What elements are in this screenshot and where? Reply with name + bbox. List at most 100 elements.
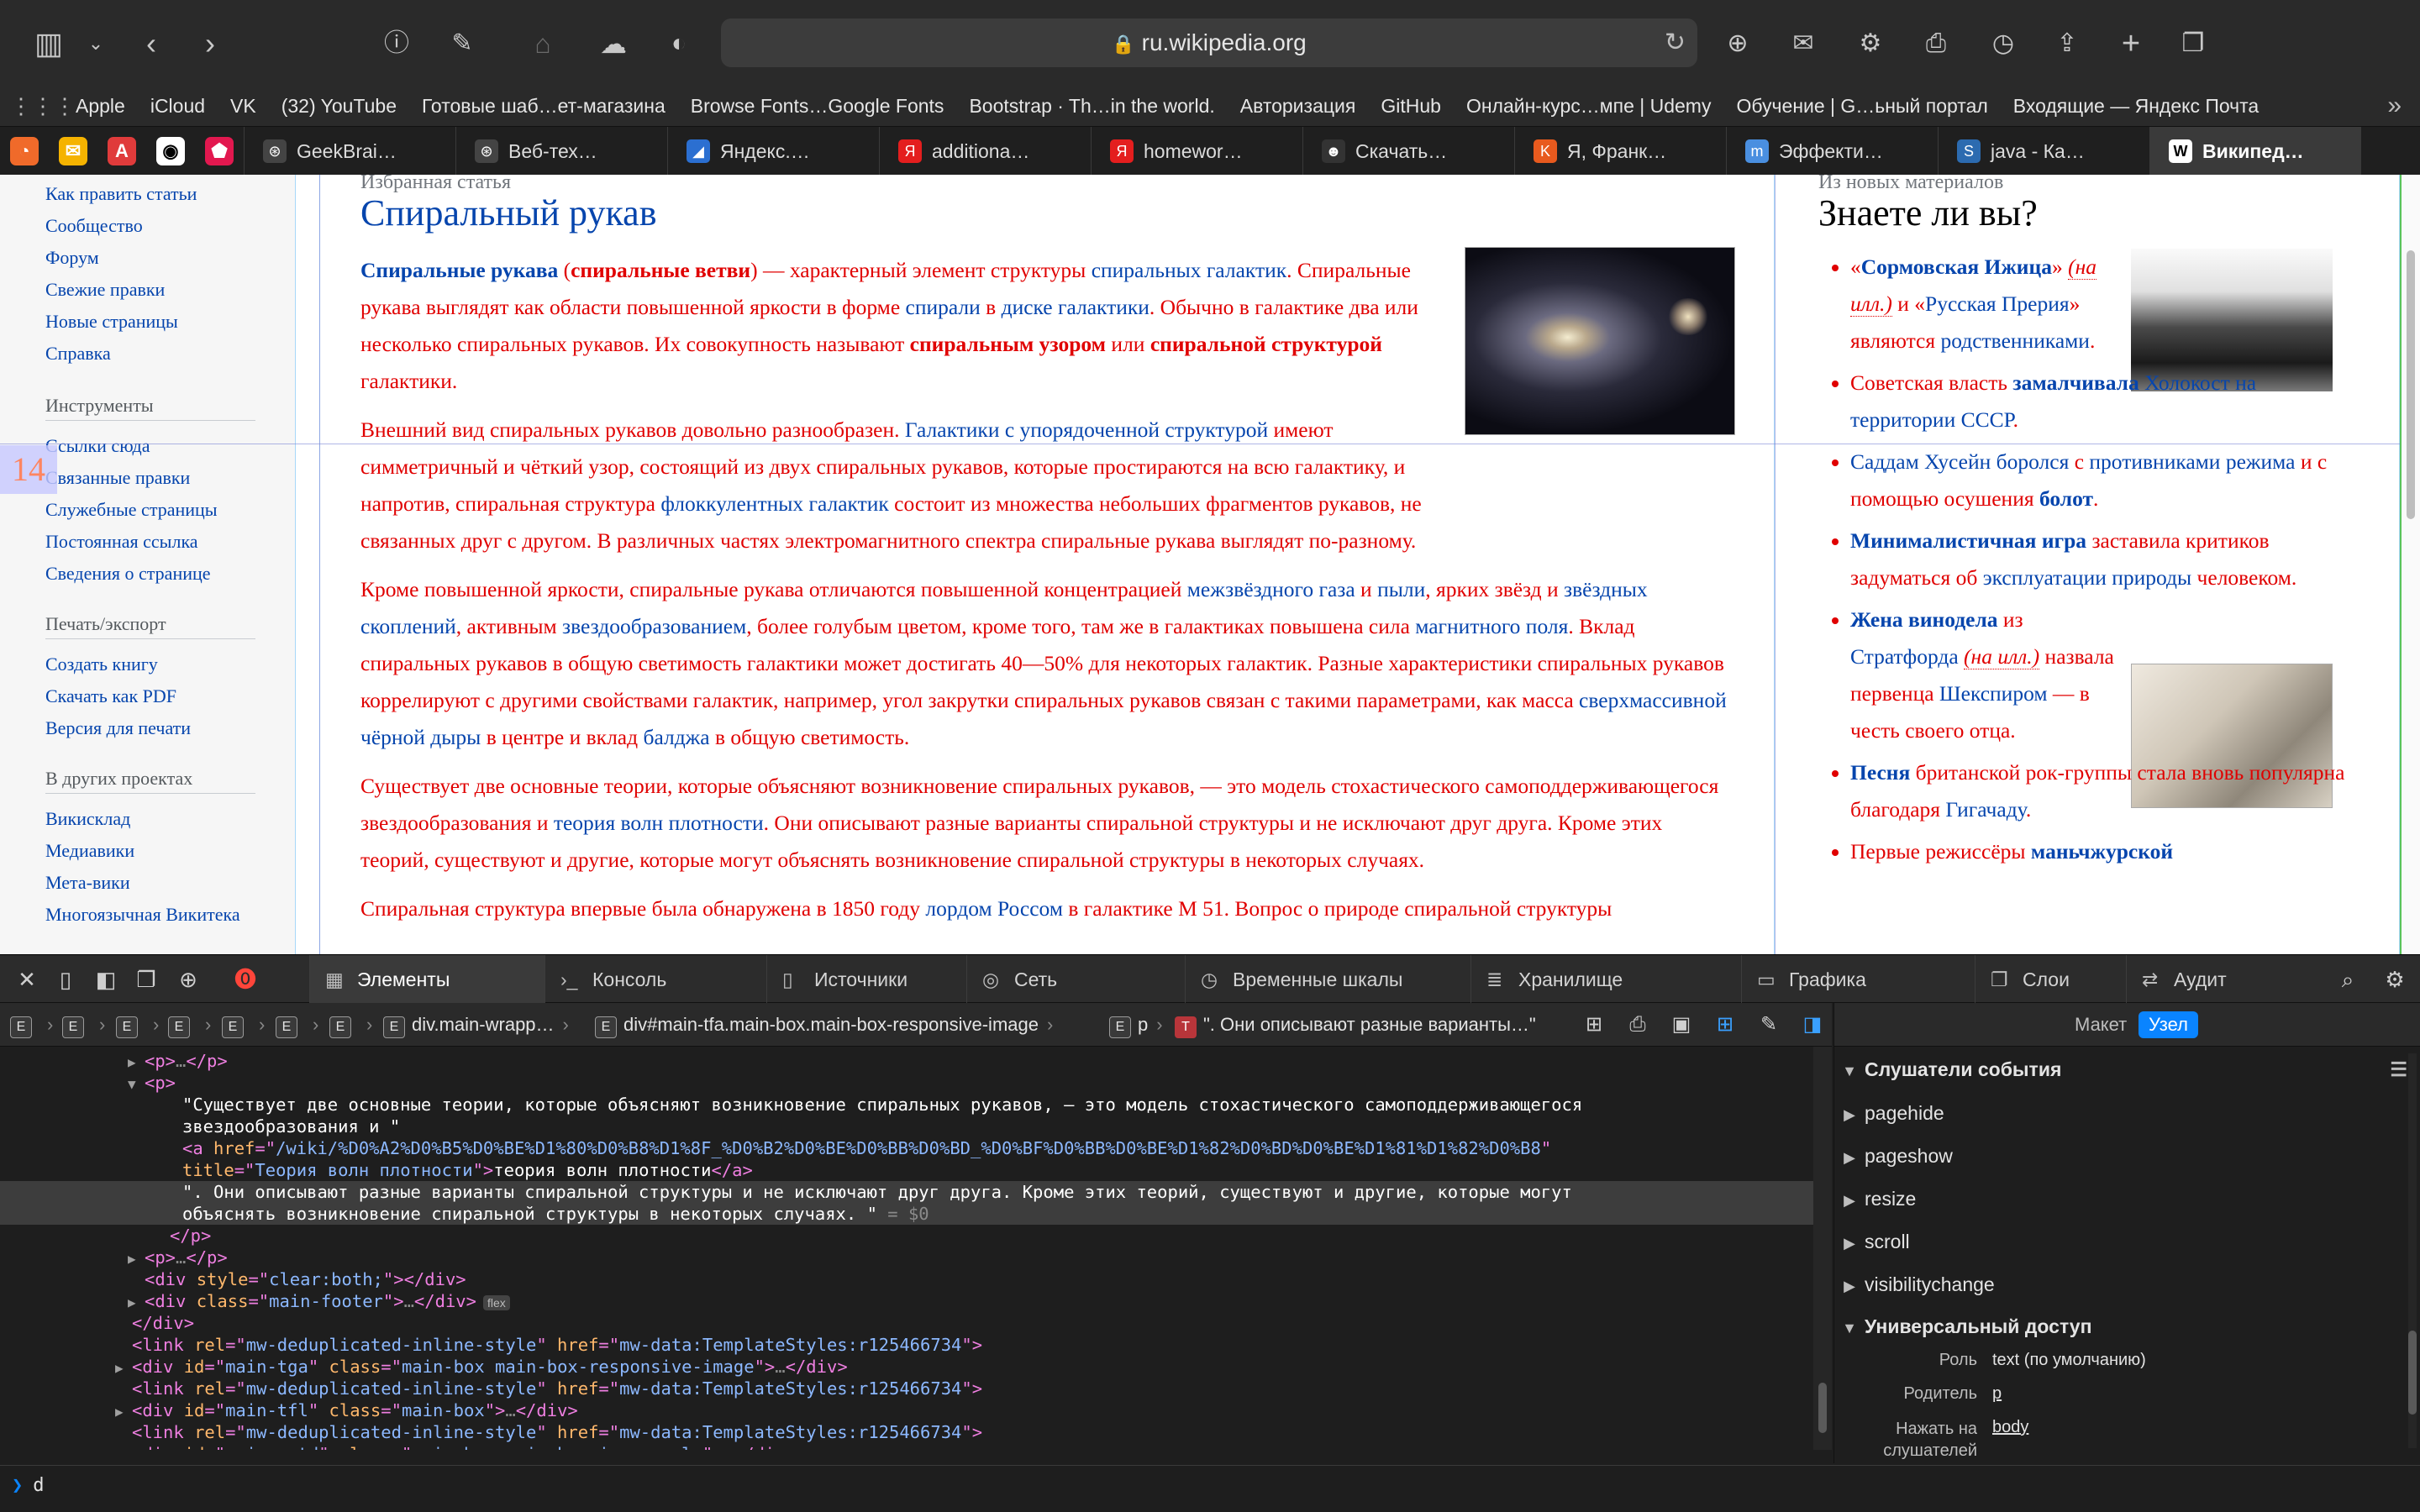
event-listeners-section[interactable]: ▼ Слушатели события ☰ [1834,1050,2420,1089]
sidebar-link[interactable]: Связанные правки [45,467,190,489]
text-link[interactable]: магнитного поля [1415,614,1568,638]
article-title[interactable]: Спиральный рукав [360,192,656,234]
breadcrumb-e[interactable]: E › [168,1013,219,1038]
text-link[interactable]: Гигачаду [1945,797,2026,822]
sidebar-link[interactable]: Форум [45,247,99,269]
forward-icon[interactable]: › [187,20,234,67]
text-link[interactable]: Минималистичная игра [1850,528,2086,553]
event-pagehide[interactable]: ▶ pagehide [1834,1094,2420,1132]
sidebar-link[interactable]: Справка [45,343,111,365]
grid-overlay-icon[interactable]: ⊞ [1709,1011,1741,1038]
dom-line[interactable]: <link rel="mw-deduplicated-inline-style"… [0,1334,1813,1356]
disclosure-closed-icon[interactable]: ▶ [128,1292,145,1314]
dom-line[interactable]: </div> [0,1312,1813,1334]
pinned-tab-5[interactable]: ⬟ [195,127,244,176]
dom-line[interactable]: <div style="clear:both;"></div> [0,1268,1813,1290]
text-link[interactable]: спиральных галактик [1092,258,1286,282]
text-link[interactable]: Песня [1850,760,1910,785]
sidebar-link[interactable]: Многоязычная Викитека [45,904,240,926]
tab-network[interactable]: ◎ Сеть [966,955,1185,1004]
console-input[interactable]: d [33,1475,44,1496]
grid-icon[interactable]: ⋮⋮⋮ [10,93,76,119]
text-link[interactable]: Галактики с упорядоченной структурой [905,417,1268,442]
sidebar-link[interactable]: Ссылки сюда [45,435,150,457]
disclosure-closed-icon[interactable]: ▶ [128,1248,145,1270]
home-icon[interactable]: ⌂ [519,20,566,67]
text-link[interactable]: Стратфорда [1850,644,1959,669]
tab-timelines[interactable]: ◷ Временные шкалы [1185,955,1470,1004]
layout-icon[interactable]: ⊞ [1578,1011,1610,1038]
shield-icon[interactable]: ◐ [655,20,702,67]
filter-icon[interactable]: ☰ [2390,1050,2407,1089]
pinned-tab-3[interactable]: A [97,127,146,176]
dom-line[interactable]: "Существует две основные теории, которые… [0,1094,1813,1116]
bookmark-item[interactable]: Apple [76,95,125,118]
download-icon[interactable]: ⊕ [1714,20,1761,67]
sidebar-link[interactable]: Версия для печати [45,717,191,739]
dom-line[interactable]: объяснять возникновение спиральной струк… [0,1203,1813,1225]
sidebar-icon[interactable]: ▥ [25,20,72,67]
browser-tab[interactable]: m Эффекти… [1726,127,1938,176]
tab-audit[interactable]: ⇄ Аудит [2126,955,2244,1004]
bookmark-item[interactable]: Входящие — Яндекс Почта [2013,95,2259,118]
tab-storage[interactable]: ≣ Хранилище [1470,955,1741,1004]
target-icon[interactable]: ⊕ [168,955,208,1004]
pinned-tab-1[interactable]: ◔ [0,127,49,176]
dom-line[interactable]: <a href="/wiki/%D0%A2%D0%B5%D0%BE%D1%80%… [0,1137,1813,1159]
sidebar-link[interactable]: Свежие правки [45,279,165,301]
page-scrollbar[interactable] [2400,175,2420,954]
chevron-down-icon[interactable]: ⌄ [72,20,119,67]
settings-icon[interactable]: ⚙ [2375,955,2415,1004]
dom-line[interactable]: звездообразования и " [0,1116,1813,1137]
info-icon[interactable]: ⓘ [373,20,420,67]
back-icon[interactable]: ‹ [128,20,175,67]
console-prompt[interactable]: ❯ d [0,1465,2420,1512]
breadcrumb-text-node[interactable]: T ". Они описывают разные варианты…" [1175,1013,1536,1038]
text-link[interactable]: противниками режима [2089,449,2295,474]
dom-line[interactable]: ". Они описывают разные варианты спираль… [0,1181,1813,1203]
page-scroll-thumb[interactable] [2407,250,2415,519]
text-link[interactable]: родственниками [1940,328,2089,353]
breadcrumb-e[interactable]: E › [116,1013,167,1038]
mail-icon[interactable]: ✉ [1780,20,1827,67]
text-link[interactable]: звездообразованием [562,614,746,638]
reload-icon[interactable]: ↻ [1665,18,1686,67]
text-link[interactable]: Сормовская Ижица [1861,255,2052,279]
tab-graphics[interactable]: ▭ Графика [1741,955,1975,1004]
bookmark-item[interactable]: GitHub [1381,95,1441,118]
text-link[interactable]: теория волн плотности [554,811,764,835]
tab-layout[interactable]: Макет [2065,1011,2137,1038]
close-icon[interactable]: ✕ [7,955,47,1004]
address-bar[interactable]: 🔒 ru.wikipedia.org ↻ [721,18,1697,67]
new-tab-icon[interactable]: + [2107,20,2154,67]
text-link[interactable]: спирали [906,295,981,319]
print-icon[interactable]: ⎙ [1912,20,1960,67]
disclosure-closed-icon[interactable]: ▶ [128,1052,145,1074]
bookmark-item[interactable]: (32) YouTube [281,95,397,118]
accessibility-section[interactable]: ▼ Универсальный доступ [1834,1307,2420,1346]
dom-line[interactable]: title="Теория волн плотности">теория вол… [0,1159,1813,1181]
browser-tab[interactable]: K Я, Франк… [1514,127,1726,176]
sidebar-link[interactable]: Викисклад [45,808,130,830]
bookmark-item[interactable]: Готовые шаб…ет-магазина [422,95,666,118]
dom-line[interactable]: ▶ <div id="main-tfl" class="main-box">…</… [0,1399,1813,1421]
sidebar-link[interactable]: Создать книгу [45,654,158,675]
text-link[interactable]: Жена винодела [1850,607,1998,632]
dom-scroll-thumb[interactable] [1818,1383,1827,1433]
text-link[interactable]: болот [2039,486,2093,511]
details-scroll-thumb[interactable] [2408,1331,2417,1415]
sidebar-link[interactable]: Сообщество [45,215,143,237]
text-link[interactable]: лордом Россом [925,896,1063,921]
dark-mode-icon[interactable]: ▣ [1665,1011,1697,1038]
history-icon[interactable]: ◷ [1980,20,2027,67]
breadcrumb-e[interactable]: E › [276,1013,327,1038]
share-icon[interactable]: ⇪ [2044,20,2091,67]
details-scrollbar[interactable] [2408,1053,2417,1448]
text-link[interactable]: боролся [1996,449,2070,474]
dom-line[interactable]: ▼ <p> [0,1072,1813,1094]
tab-elements[interactable]: ▦ Элементы [309,955,544,1004]
breadcrumb-main-wrapper[interactable]: Ediv.main-wrapp… › [383,1013,577,1038]
print-style-icon[interactable]: ⎙ [1622,1011,1654,1038]
dom-line[interactable]: ▶ <p>…</p> [0,1050,1813,1072]
dom-tree[interactable]: ▶ <p>…</p> ▼ <p> "Существует две основные те… [0,1047,1813,1450]
